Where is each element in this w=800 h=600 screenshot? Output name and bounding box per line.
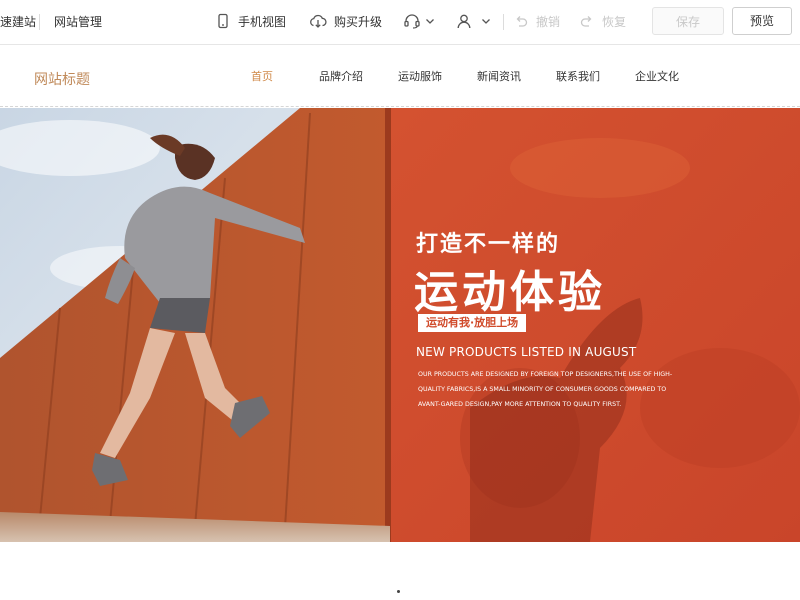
banner-photo (0, 108, 800, 542)
nav-item-contact[interactable]: 联系我们 (556, 68, 600, 84)
chevron-down-icon (425, 16, 435, 26)
editor-toolbar: 速建站 网站管理 手机视图 购买升级 撤销 恢复 保存 预览 (0, 0, 800, 45)
user-icon (456, 13, 472, 29)
redo-button[interactable]: 恢复 (580, 10, 626, 32)
site-manage-link[interactable]: 网站管理 (54, 13, 102, 30)
preview-button[interactable]: 预览 (732, 7, 792, 35)
brand-link[interactable]: 速建站 (0, 13, 36, 30)
toolbar-divider (503, 14, 504, 30)
carousel-indicator[interactable] (397, 590, 400, 593)
banner-english-title: NEW PRODUCTS LISTED IN AUGUST (416, 345, 637, 359)
content-area (0, 542, 800, 600)
cloud-download-icon (309, 13, 327, 29)
support-dropdown[interactable] (403, 10, 435, 32)
buy-upgrade-button[interactable]: 购买升级 (309, 10, 382, 32)
toolbar-divider (39, 14, 40, 30)
banner-headline-large: 运动体验 (414, 267, 606, 318)
redo-label: 恢复 (602, 14, 627, 29)
nav-item-home[interactable]: 首页 (251, 68, 273, 84)
mobile-view-label: 手机视图 (238, 14, 287, 29)
mobile-view-button[interactable]: 手机视图 (215, 10, 286, 32)
nav-item-brand[interactable]: 品牌介绍 (319, 68, 363, 84)
nav-item-news[interactable]: 新闻资讯 (477, 68, 521, 84)
chevron-down-icon (481, 16, 491, 26)
nav-item-sportswear[interactable]: 运动服饰 (398, 68, 442, 84)
nav-item-culture[interactable]: 企业文化 (635, 68, 679, 84)
buy-upgrade-label: 购买升级 (334, 14, 383, 29)
undo-button[interactable]: 撤销 (514, 10, 560, 32)
site-title[interactable]: 网站标题 (34, 69, 90, 89)
user-dropdown[interactable] (456, 10, 491, 32)
hero-banner[interactable]: 打造不一样的 运动体验 运动有我·放胆上场 NEW PRODUCTS LISTE… (0, 108, 800, 542)
banner-english-body: OUR PRODUCTS ARE DESIGNED BY FOREIGN TOP… (418, 371, 673, 408)
undo-label: 撤销 (536, 14, 561, 29)
site-header: 网站标题 首页 品牌介绍 运动服饰 新闻资讯 联系我们 企业文化 (0, 45, 800, 107)
banner-tag: 运动有我·放胆上场 (418, 314, 527, 332)
redo-icon (580, 14, 594, 28)
headset-icon (403, 13, 421, 29)
banner-headline-small: 打造不一样的 (416, 232, 561, 257)
save-button[interactable]: 保存 (652, 7, 724, 35)
undo-icon (514, 14, 528, 28)
phone-icon (215, 13, 231, 29)
section-boundary (0, 106, 800, 107)
